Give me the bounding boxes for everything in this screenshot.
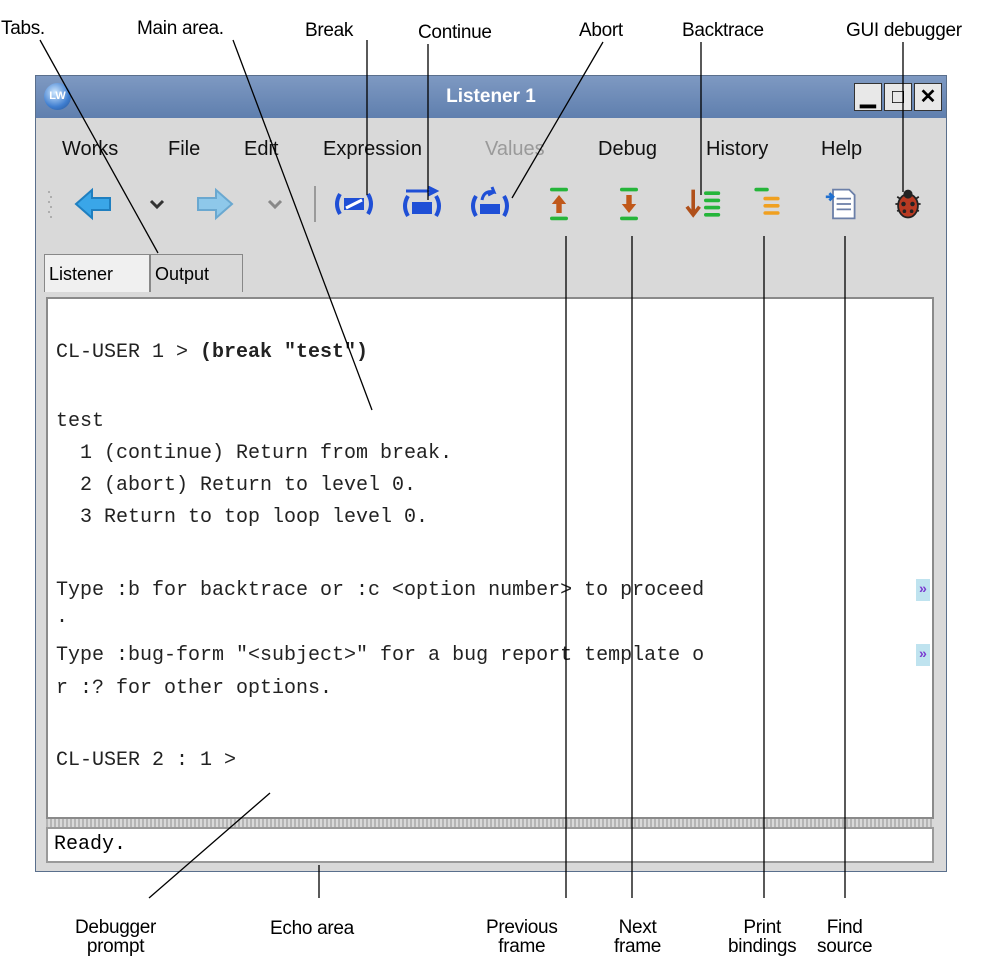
toolbar-separator (314, 186, 316, 222)
toolbar (44, 174, 938, 234)
break-command: (break "test") (200, 341, 369, 364)
callout-print-bindings-line2: bindings (728, 936, 797, 957)
callout-abort: Abort (579, 20, 623, 41)
callout-print-bindings-line1: Print (743, 917, 781, 938)
callout-continue: Continue (418, 22, 492, 43)
prompt-text: CL-USER 1 > (56, 341, 201, 364)
previous-frame-icon[interactable] (544, 186, 574, 222)
callout-find-source-line2: source (817, 936, 873, 957)
title-bar[interactable]: LW Listener 1 ▁ □ ✕ (36, 76, 946, 118)
editor-line-test: test (56, 410, 105, 433)
minimize-button[interactable]: ▁ (854, 83, 882, 111)
menu-bar: Works File Edit Expression Values Debug … (44, 126, 938, 172)
callout-gui-debugger: GUI debugger (846, 20, 962, 41)
callout-main-area: Main area. (137, 18, 224, 39)
editor-line-option2: 2 (abort) Return to level 0. (56, 474, 417, 497)
menu-file[interactable]: File (168, 138, 200, 161)
gui-debugger-icon[interactable] (890, 186, 926, 222)
callout-next-frame-line2: frame (614, 936, 662, 957)
find-source-icon[interactable] (822, 186, 862, 222)
callout-debugger-prompt: Debugger prompt (75, 918, 156, 956)
close-button[interactable]: ✕ (914, 83, 942, 111)
callout-previous-frame: Previous frame (486, 918, 558, 956)
splitter-handle[interactable] (46, 819, 934, 827)
menu-debug[interactable]: Debug (598, 138, 657, 161)
callout-previous-frame-line1: Previous (486, 917, 558, 938)
toolbar-grip-icon (48, 191, 52, 218)
callout-tabs: Tabs. (1, 18, 45, 39)
editor-line-type-b: Type :b for backtrace or :c <option numb… (56, 579, 705, 602)
menu-values[interactable]: Values (485, 138, 545, 161)
callout-find-source: Find source (817, 917, 873, 957)
forward-dropdown-icon[interactable] (266, 186, 284, 222)
callout-echo-area: Echo area (270, 918, 354, 939)
back-dropdown-icon[interactable] (148, 186, 166, 222)
echo-area: Ready. (46, 827, 934, 863)
print-bindings-icon[interactable] (749, 186, 785, 222)
debugger-prompt: CL-USER 2 : 1 > (56, 749, 237, 772)
listener-window: LW Listener 1 ▁ □ ✕ Works File Edit Expr… (35, 75, 947, 872)
forward-arrow-icon[interactable] (194, 186, 234, 222)
editor-line-option3: 3 Return to top loop level 0. (56, 506, 429, 529)
editor-line-type-bug-cont: r :? for other options. (56, 677, 333, 700)
callout-next-frame: Next frame (614, 918, 661, 956)
editor-line-type-bug: Type :bug-form "<subject>" for a bug rep… (56, 644, 705, 667)
tab-listener[interactable]: Listener (44, 254, 150, 292)
menu-edit[interactable]: Edit (244, 138, 278, 161)
editor-line-type-b-cont: . (56, 606, 69, 629)
window-title: Listener 1 (446, 86, 536, 107)
tab-output[interactable]: Output (150, 254, 243, 292)
menu-help[interactable]: Help (821, 138, 862, 161)
line-wrap-icon: » (916, 644, 930, 666)
maximize-button[interactable]: □ (884, 83, 912, 111)
menu-works[interactable]: Works (62, 138, 118, 161)
callout-break: Break (305, 20, 354, 41)
editor-line-prompt1: CL-USER 1 > (break "test") (56, 341, 368, 364)
next-frame-icon[interactable] (614, 186, 644, 222)
callout-find-source-line1: Find (826, 917, 863, 938)
callout-debugger-prompt-line2: prompt (86, 936, 145, 957)
callout-print-bindings: Print bindings (728, 917, 797, 957)
back-arrow-icon[interactable] (74, 186, 114, 222)
break-icon[interactable] (332, 186, 376, 222)
callout-previous-frame-line2: frame (498, 936, 546, 957)
callout-backtrace: Backtrace (682, 20, 764, 41)
callout-next-frame-line1: Next (618, 917, 657, 938)
menu-expression[interactable]: Expression (323, 138, 422, 161)
tab-bar: Listener Output (44, 254, 938, 294)
line-wrap-icon: » (916, 579, 930, 601)
editor-line-option1: 1 (continue) Return from break. (56, 442, 453, 465)
continue-icon[interactable] (400, 186, 444, 222)
backtrace-icon[interactable] (682, 186, 726, 222)
abort-icon[interactable] (468, 186, 512, 222)
callout-debugger-prompt-line1: Debugger (75, 917, 157, 938)
main-area[interactable]: CL-USER 1 > (break "test") test 1 (conti… (46, 297, 934, 819)
menu-history[interactable]: History (706, 138, 768, 161)
